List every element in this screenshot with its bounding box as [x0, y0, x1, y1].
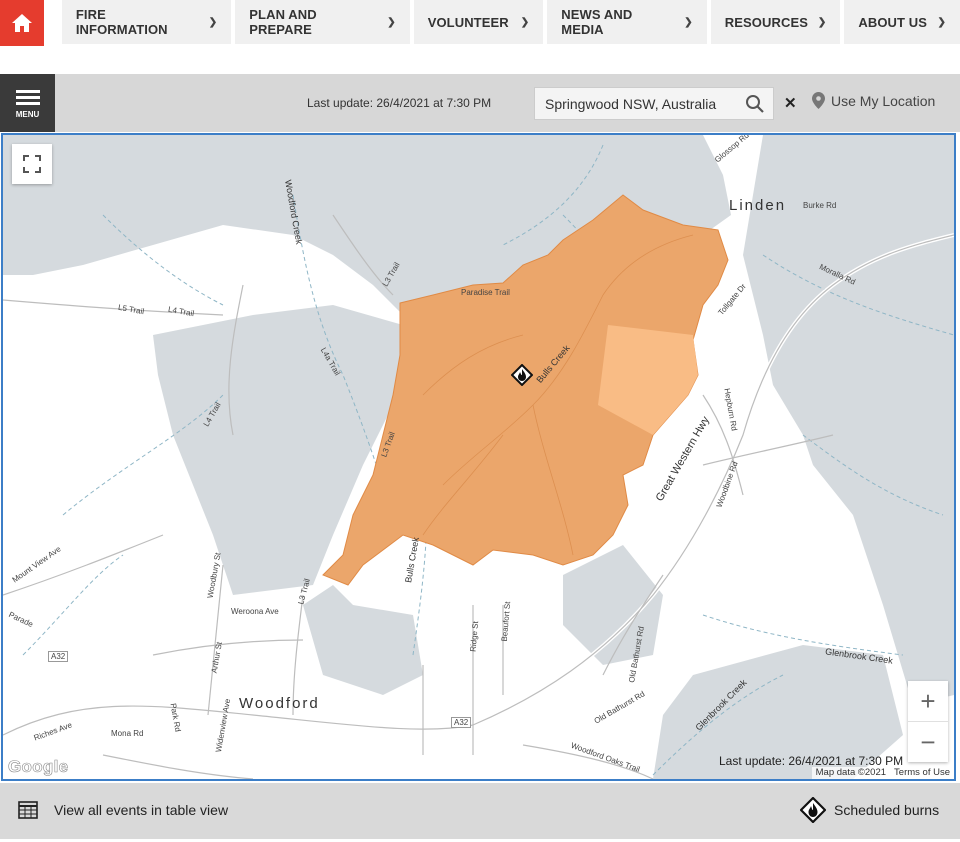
map-canvas[interactable] [3, 135, 954, 779]
hamburger-icon [15, 87, 40, 108]
nav-label: FIRE INFORMATION [75, 7, 168, 37]
fullscreen-icon [23, 155, 41, 173]
nav-news-and-media[interactable]: NEWS AND MEDIA ❯ [547, 0, 707, 44]
location-search [534, 87, 774, 120]
table-view-link[interactable]: View all events in table view [18, 801, 228, 819]
zoom-in-button[interactable]: + [908, 681, 948, 721]
table-icon [18, 801, 38, 819]
incident-map[interactable]: Linden Woodford Glossop Rd Burke Rd Mora… [1, 133, 956, 781]
use-my-location-label: Use My Location [831, 92, 936, 109]
map-attribution: Map data ©2021 Terms of Use [811, 767, 954, 779]
nav-plan-and-prepare[interactable]: PLAN AND PREPARE ❯ [235, 0, 410, 44]
road-label: Paradise Trail [461, 288, 510, 297]
map-toolbar: MENU Last update: 26/4/2021 at 7:30 PM ✕… [0, 74, 960, 132]
nav-resources[interactable]: RESOURCES ❯ [710, 0, 841, 44]
town-label-linden: Linden [729, 197, 787, 214]
menu-button[interactable]: MENU [0, 74, 55, 132]
google-logo: Google [8, 757, 69, 777]
road-label: Weroona Ave [231, 607, 279, 616]
nav-label: NEWS AND MEDIA [561, 7, 633, 37]
chevron-down-icon: ❯ [387, 16, 396, 28]
nav-label: VOLUNTEER [427, 14, 509, 30]
scheduled-burn-marker[interactable] [511, 364, 533, 386]
scheduled-burns-legend[interactable]: Scheduled burns [800, 797, 939, 823]
chevron-down-icon: ❯ [520, 16, 530, 28]
map-data-credit: Map data ©2021 [815, 767, 887, 778]
map-last-update: Last update: 26/4/2021 at 7:30 PM [719, 754, 904, 768]
town-label-woodford: Woodford [239, 695, 320, 712]
road-shield: A32 [48, 651, 69, 662]
zoom-control: + − [908, 681, 948, 762]
top-navigation: FIRE INFORMATION ❯ PLAN AND PREPARE ❯ VOLU… [0, 0, 960, 46]
chevron-down-icon: ❯ [684, 16, 693, 28]
zoom-out-button[interactable]: − [908, 722, 948, 762]
chevron-down-icon: ❯ [937, 16, 947, 28]
menu-label: MENU [15, 110, 40, 119]
fullscreen-button[interactable] [12, 144, 52, 184]
home-icon [11, 14, 32, 32]
location-pin-icon [812, 92, 825, 109]
use-my-location-button[interactable]: Use My Location [812, 92, 935, 109]
location-search-input[interactable] [545, 95, 735, 112]
scheduled-burns-label: Scheduled burns [834, 802, 940, 818]
last-update-text: Last update: 26/4/2021 at 7:30 PM [307, 96, 492, 110]
nav-label: RESOURCES [724, 14, 809, 30]
close-icon[interactable]: ✕ [784, 94, 797, 112]
nav-label: PLAN AND PREPARE [249, 7, 317, 37]
road-label: Mona Rd [111, 729, 144, 738]
map-footer: View all events in table view Scheduled … [0, 783, 960, 839]
nav-about-us[interactable]: ABOUT US ❯ [844, 0, 960, 44]
nav-volunteer[interactable]: VOLUNTEER ❯ [413, 0, 544, 44]
search-icon[interactable] [745, 94, 765, 114]
chevron-down-icon: ❯ [208, 16, 218, 28]
chevron-down-icon: ❯ [817, 16, 827, 28]
home-button[interactable] [0, 0, 44, 46]
road-shield: A32 [451, 717, 472, 728]
road-label: Burke Rd [803, 201, 837, 210]
nav-label: ABOUT US [858, 14, 928, 30]
table-view-label: View all events in table view [54, 802, 229, 818]
terms-of-use-link[interactable]: Terms of Use [890, 767, 954, 779]
nav-fire-information[interactable]: FIRE INFORMATION ❯ [61, 0, 232, 44]
scheduled-burn-icon [800, 797, 826, 823]
